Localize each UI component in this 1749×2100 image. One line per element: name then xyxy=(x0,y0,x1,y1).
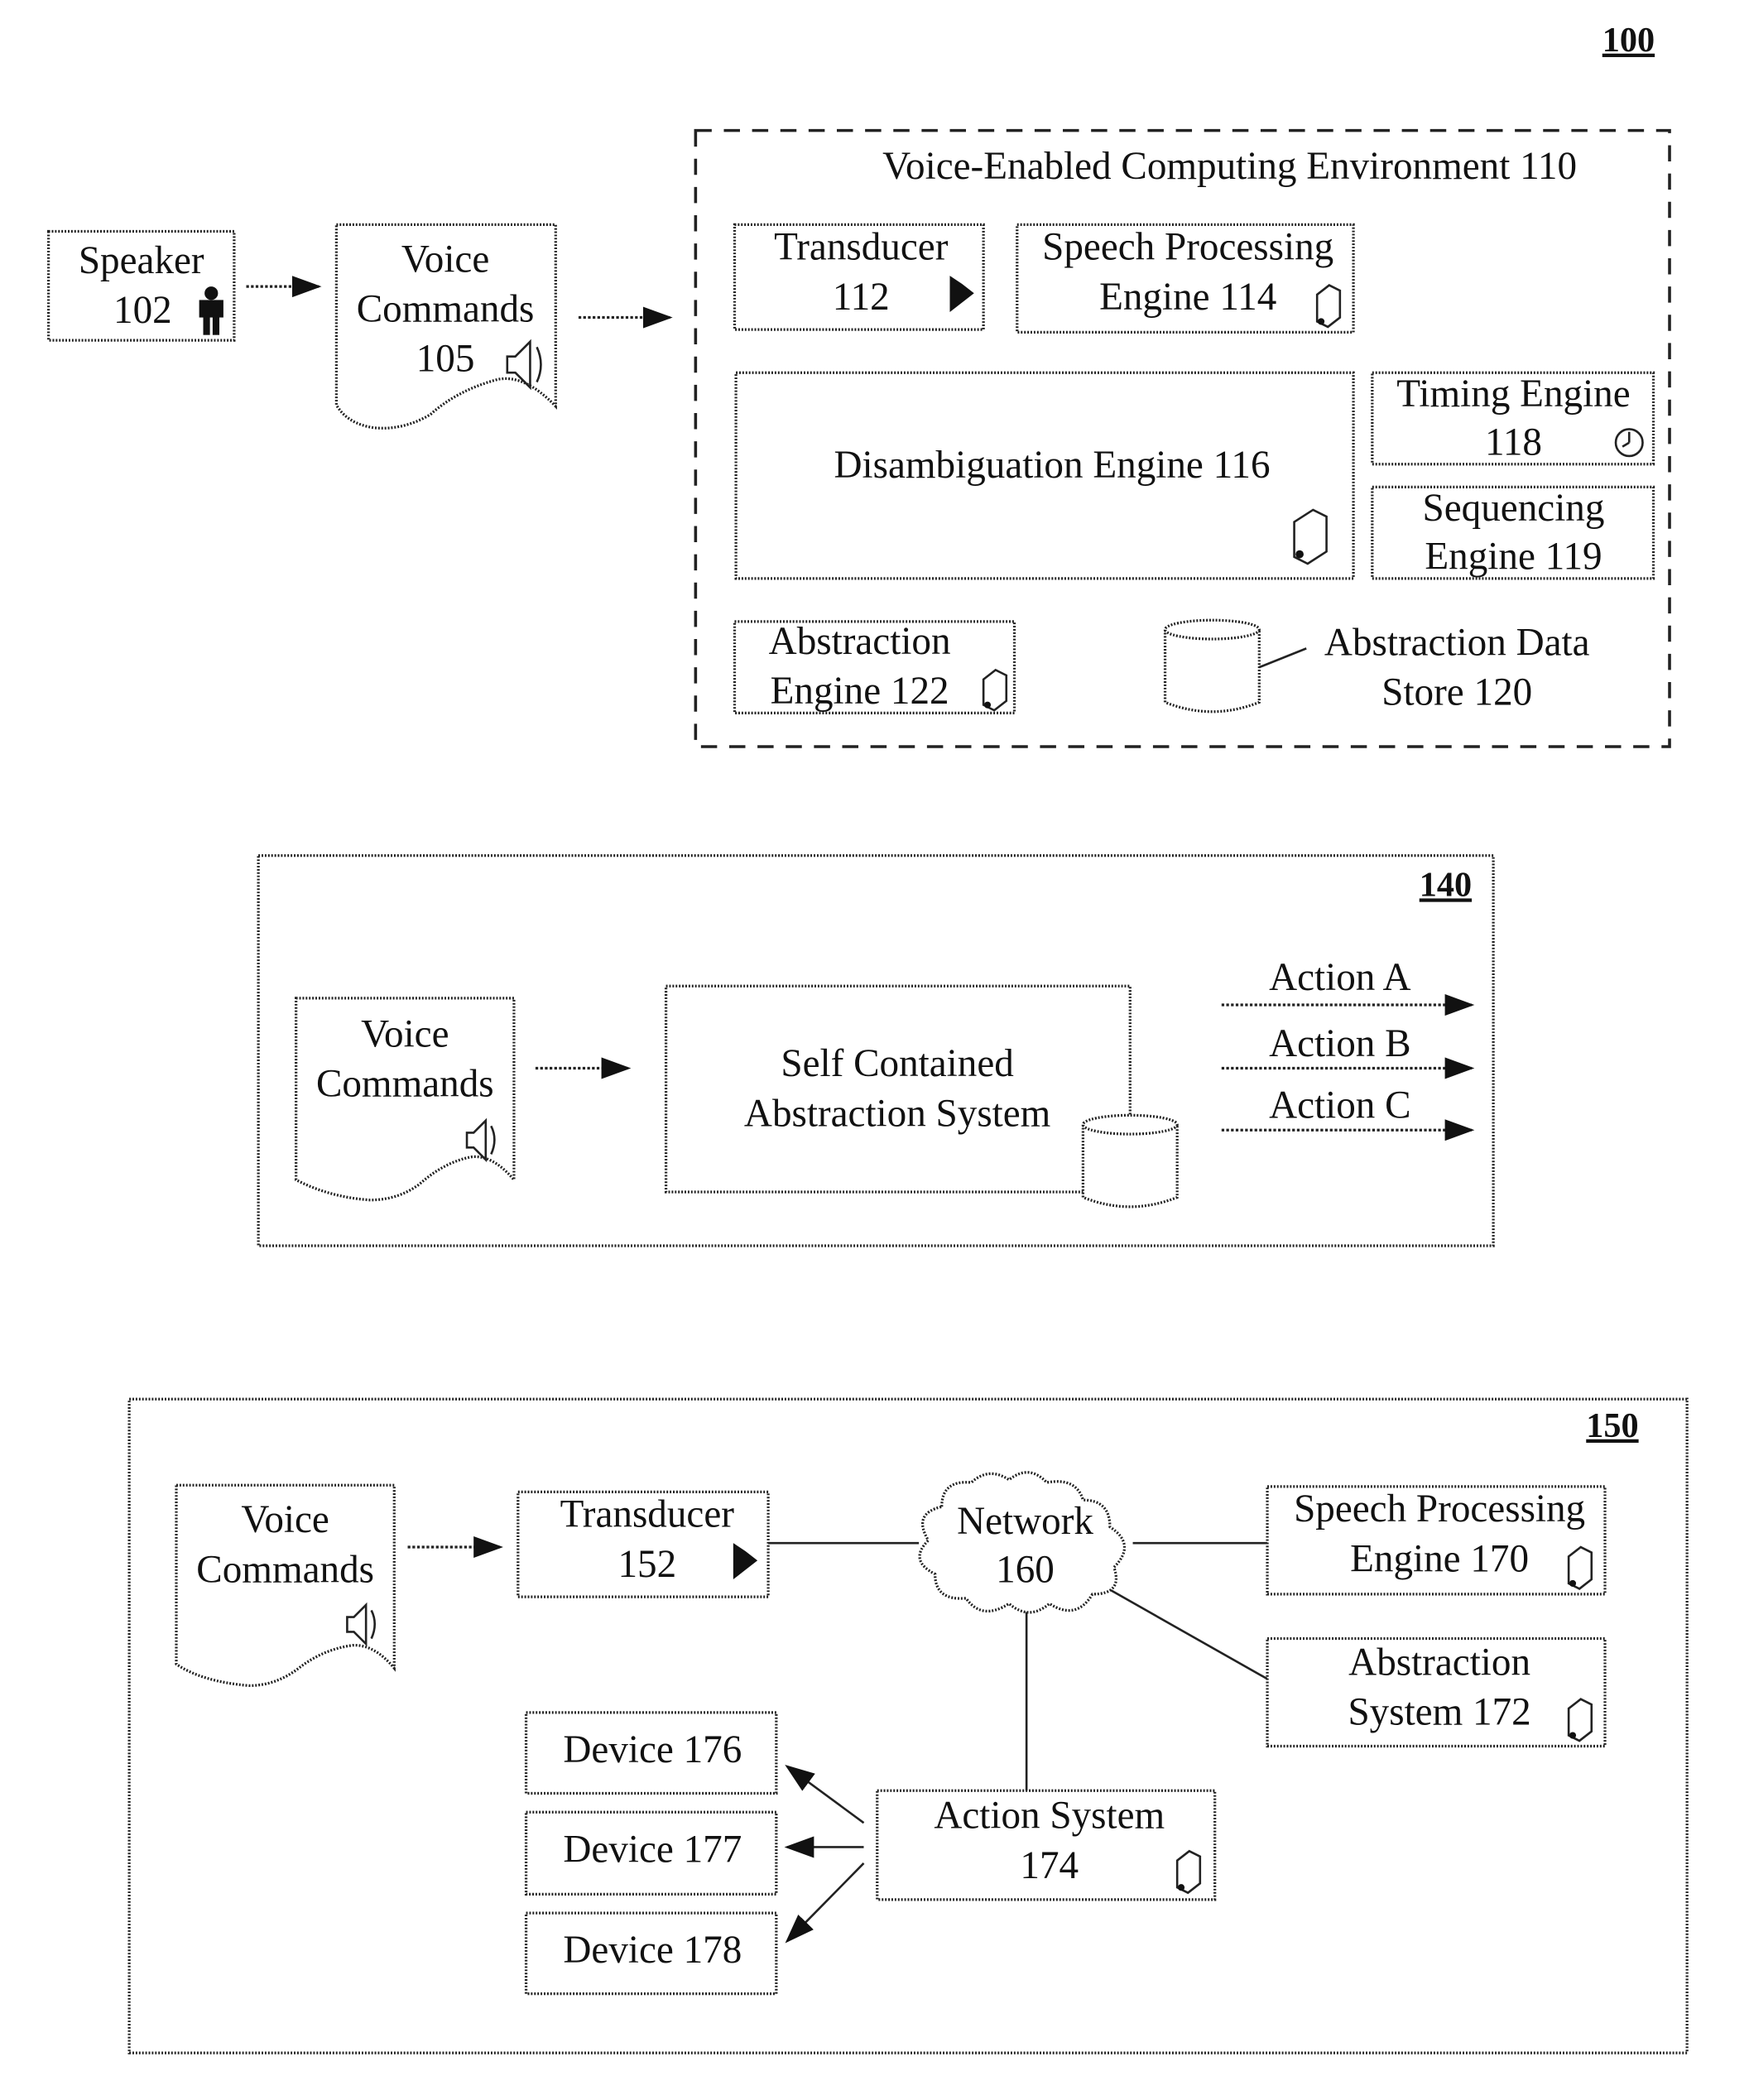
speech-processing-engine-114: Speech Processing Engine 114 xyxy=(1016,223,1355,334)
database-cylinder-icon xyxy=(1081,1113,1179,1209)
disambiguation-engine-116: Disambiguation Engine 116 xyxy=(734,371,1355,580)
disambiguation-label: Disambiguation Engine 116 xyxy=(834,444,1271,487)
voice-commands-105: Voice Commands 105 xyxy=(334,223,557,430)
device-176-label: Device 176 xyxy=(563,1728,742,1771)
abstraction-engine-122: Abstraction Engine 122 xyxy=(733,620,1016,715)
speaker-label: Speaker xyxy=(79,239,204,282)
voice-commands-label-1: Voice xyxy=(361,1012,449,1055)
network-number: 160 xyxy=(996,1548,1055,1591)
device-178-label: Device 178 xyxy=(563,1929,742,1972)
data-store-number: Store 120 xyxy=(1381,671,1532,714)
figure-150: 150 Voice Commands Transducer 152 Networ… xyxy=(127,1397,1689,2054)
transducer-152: Transducer 152 xyxy=(517,1490,770,1598)
figure-100: 100 Speaker 102 Voice Commands 105 Voice… xyxy=(46,21,1671,748)
device-177-label: Device 177 xyxy=(563,1828,742,1871)
transducer-label: Transducer xyxy=(774,226,949,269)
sequencing-engine-119: Sequencing Engine 119 xyxy=(1371,485,1655,580)
figure-140: 140 Voice Commands Self Contained Abstra… xyxy=(257,854,1495,1247)
network-label: Network xyxy=(957,1500,1093,1543)
speech-processing-engine-170: Speech Processing Engine 170 xyxy=(1266,1485,1607,1596)
devices: Device 176 Device 177 Device 178 xyxy=(524,1711,778,1996)
self-contained-abstraction-system: Self Contained Abstraction System xyxy=(664,984,1179,1209)
voice-enabled-computing-environment-110: Voice-Enabled Computing Environment 110 … xyxy=(694,128,1671,748)
action-system-label: Action System xyxy=(934,1795,1165,1838)
action-system-number: 174 xyxy=(1020,1844,1079,1887)
environment-title: Voice-Enabled Computing Environment 110 xyxy=(882,145,1577,188)
database-cylinder-icon xyxy=(1163,618,1261,714)
system-label-1: Self Contained xyxy=(781,1042,1013,1085)
abstraction-data-store-120: Abstraction Data Store 120 xyxy=(1163,618,1590,714)
voice-commands-label-2: Commands xyxy=(316,1063,494,1106)
action-system-174: Action System 174 xyxy=(876,1789,1217,1901)
system-box xyxy=(664,984,1132,1194)
abstraction-system-172: Abstraction System 172 xyxy=(1266,1636,1607,1748)
timing-label: Timing Engine xyxy=(1396,372,1630,416)
abstraction-engine-label: Abstraction xyxy=(769,620,951,663)
voice-commands-label-1: Voice xyxy=(241,1498,329,1541)
figure-ref-140: 140 xyxy=(1420,865,1472,904)
patent-figure: 100 Speaker 102 Voice Commands 105 Voice… xyxy=(46,21,1689,2054)
action-a-label: Action A xyxy=(1269,956,1410,999)
transducer-112: Transducer 112 xyxy=(733,223,985,331)
voice-commands-label-1: Voice xyxy=(401,238,489,281)
speech-processing-number: Engine 170 xyxy=(1350,1537,1529,1580)
transducer-number: 112 xyxy=(833,276,890,319)
action-c-label: Action C xyxy=(1269,1084,1410,1127)
speech-processing-label: Speech Processing xyxy=(1042,226,1333,269)
transducer-label: Transducer xyxy=(560,1493,735,1536)
speaker-number: 102 xyxy=(113,289,172,332)
sequencing-label: Sequencing xyxy=(1423,487,1605,530)
system-label-2: Abstraction System xyxy=(744,1092,1050,1135)
voice-commands-label-2: Commands xyxy=(196,1548,374,1591)
data-store-leader-line xyxy=(1258,647,1307,669)
data-store-label: Abstraction Data xyxy=(1324,621,1590,664)
timing-engine-118: Timing Engine 118 xyxy=(1371,371,1655,466)
transducer-number: 152 xyxy=(617,1543,676,1586)
figure-ref-100: 100 xyxy=(1602,21,1655,60)
timing-number: 118 xyxy=(1485,420,1542,464)
figure-ref-150: 150 xyxy=(1586,1406,1638,1445)
sequencing-number: Engine 119 xyxy=(1425,535,1602,578)
voice-commands-number: 105 xyxy=(416,338,475,381)
abstraction-system-label: Abstraction xyxy=(1348,1641,1530,1684)
abstraction-system-number: System 172 xyxy=(1348,1691,1530,1734)
voice-commands-label-2: Commands xyxy=(357,287,535,330)
speaker-102: Speaker 102 xyxy=(46,229,236,342)
speech-processing-number: Engine 114 xyxy=(1099,276,1276,319)
speech-processing-label: Speech Processing xyxy=(1294,1487,1585,1531)
abstraction-engine-number: Engine 122 xyxy=(771,670,949,713)
action-b-label: Action B xyxy=(1269,1022,1410,1065)
